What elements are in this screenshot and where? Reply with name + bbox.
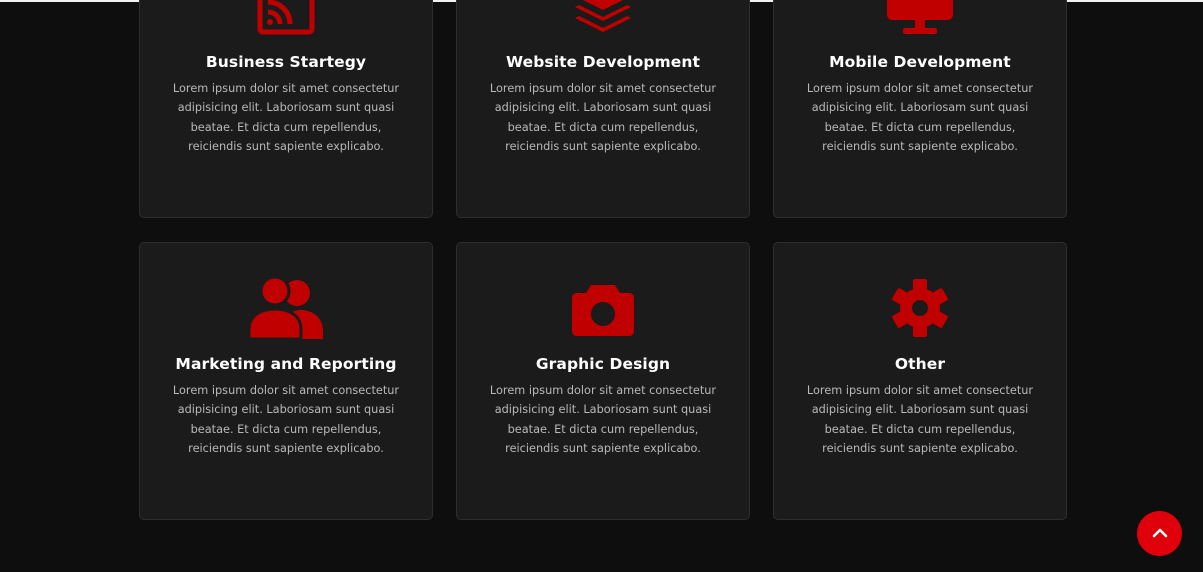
- users-icon: [140, 275, 432, 341]
- page: Business Startegy Lorem ipsum dolor sit …: [0, 0, 1203, 572]
- service-title: Business Startegy: [205, 53, 367, 71]
- rss-feed-icon: [140, 0, 432, 39]
- monitor-icon: [774, 0, 1066, 39]
- service-description: Lorem ipsum dolor sit amet consectetur a…: [172, 82, 400, 153]
- layers-icon: [457, 0, 749, 39]
- service-card-graphic-design: Graphic Design Lorem ipsum dolor sit ame…: [456, 242, 750, 520]
- service-card-mobile-development: Mobile Development Lorem ipsum dolor sit…: [773, 0, 1067, 218]
- service-title: Mobile Development: [829, 53, 1011, 71]
- service-description: Lorem ipsum dolor sit amet consectetur a…: [172, 384, 400, 455]
- service-description: Lorem ipsum dolor sit amet consectetur a…: [806, 384, 1034, 455]
- service-title: Graphic Design: [535, 355, 671, 373]
- service-card-website-development: Website Development Lorem ipsum dolor si…: [456, 0, 750, 218]
- service-title: Marketing and Reporting: [175, 355, 397, 373]
- chevron-up-icon: [1152, 524, 1168, 543]
- camera-icon: [457, 275, 749, 341]
- service-description: Lorem ipsum dolor sit amet consectetur a…: [489, 82, 717, 153]
- gear-icon: [774, 275, 1066, 341]
- service-card-other: Other Lorem ipsum dolor sit amet consect…: [773, 242, 1067, 520]
- service-card-marketing-and-reporting: Marketing and Reporting Lorem ipsum dolo…: [139, 242, 433, 520]
- services-grid: Business Startegy Lorem ipsum dolor sit …: [139, 0, 1067, 520]
- service-title: Website Development: [505, 53, 701, 71]
- service-card-business-strategy: Business Startegy Lorem ipsum dolor sit …: [139, 0, 433, 218]
- service-description: Lorem ipsum dolor sit amet consectetur a…: [489, 384, 717, 455]
- service-description: Lorem ipsum dolor sit amet consectetur a…: [806, 82, 1034, 153]
- service-title: Other: [894, 355, 946, 373]
- scroll-to-top-button[interactable]: [1137, 511, 1182, 556]
